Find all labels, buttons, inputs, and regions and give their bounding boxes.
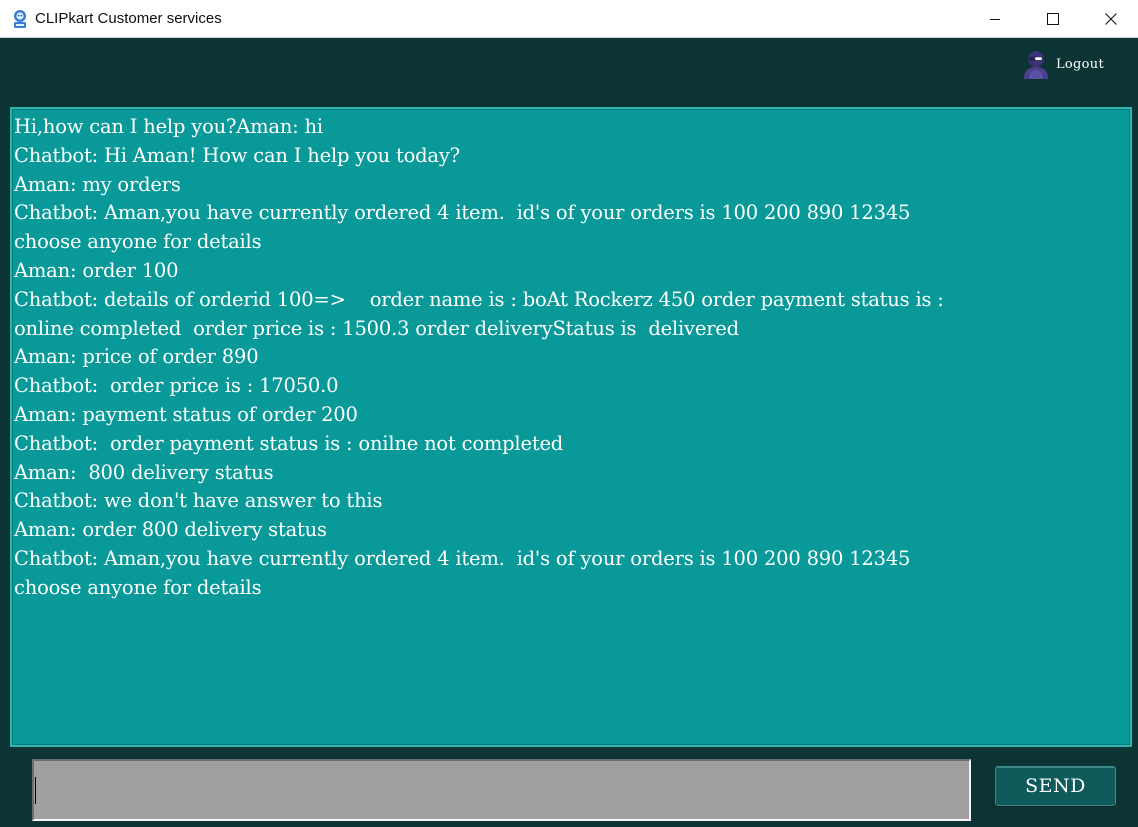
maximize-button[interactable] [1024,0,1082,38]
close-icon [1105,13,1117,25]
chat-line: online completed order price is : 1500.3… [14,316,739,340]
chat-line: Chatbot: Aman,you have currently ordered… [14,546,911,570]
send-button[interactable]: SEND [995,766,1116,806]
chat-line: Aman: order 100 [14,258,179,282]
minimize-button[interactable] [966,0,1024,38]
window-title: CLIPkart Customer services [35,10,222,27]
chat-line: Aman: my orders [14,172,181,196]
message-input[interactable] [32,759,971,821]
chat-line: Aman: order 800 delivery status [14,518,327,542]
chat-line: Chatbot: Hi Aman! How can I help you tod… [14,143,460,167]
chat-line: Chatbot: order price is : 17050.0 [14,374,339,398]
chat-line: Aman: price of order 890 [14,345,259,369]
close-button[interactable] [1082,0,1138,38]
chat-line: Chatbot: details of orderid 100=> order … [14,287,944,311]
ninja-user-icon [1020,48,1052,80]
chat-window: Logout Hi,how can I help you?Aman: hi Ch… [0,38,1138,827]
chat-line: Aman: payment status of order 200 [14,402,358,426]
robot-app-icon [11,9,29,29]
chat-line: choose anyone for details [14,575,262,599]
chat-line: choose anyone for details [14,230,262,254]
text-caret [35,777,36,804]
minimize-icon [989,13,1001,25]
chat-line: Hi,how can I help you?Aman: hi [14,115,323,138]
chat-line: Chatbot: order payment status is : oniln… [14,431,564,455]
chat-line: Chatbot: we don't have answer to this [14,489,383,513]
chat-line: Chatbot: Aman,you have currently ordered… [14,201,911,225]
chat-transcript[interactable]: Hi,how can I help you?Aman: hi Chatbot: … [10,107,1132,747]
logout-button[interactable]: Logout [1020,48,1104,80]
chat-line: Aman: 800 delivery status [14,460,274,484]
logout-label: Logout [1056,56,1105,72]
maximize-icon [1047,13,1059,25]
chat-messages: Hi,how can I help you?Aman: hi Chatbot: … [14,113,1128,743]
window-title-bar: CLIPkart Customer services [0,0,1138,38]
